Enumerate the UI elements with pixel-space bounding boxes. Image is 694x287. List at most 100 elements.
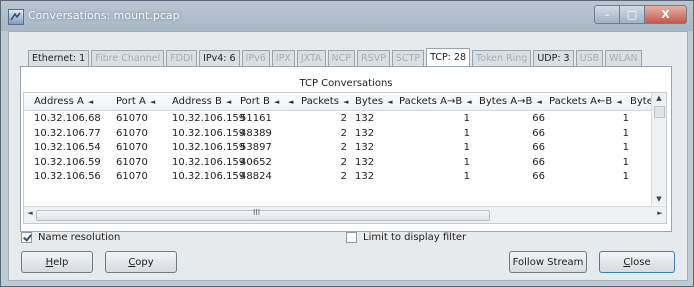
table-row[interactable]: 10.32.106.56 61070 10.32.106.159 48824 2 132 1… (24, 170, 650, 183)
tab-rsvp[interactable]: RSVP (357, 50, 390, 66)
tab-ethernet-1[interactable]: Ethernet: 1 (28, 50, 90, 66)
table-row[interactable]: 10.32.106.59 61070 10.32.106.159 40652 2 132 1… (24, 156, 650, 169)
table-cell: 10.32.106.54 (34, 142, 101, 153)
checkbox-unchecked-icon[interactable] (346, 232, 357, 243)
title-bar[interactable]: Conversations: mount.pcap – □ X (1, 1, 693, 31)
table-cell: 2 (340, 142, 347, 153)
table-cell: 66 (532, 156, 545, 168)
maximize-button[interactable]: □ (620, 5, 645, 24)
table-cell: 66 (532, 142, 545, 153)
column-header[interactable]: Packets ◄ (301, 96, 348, 107)
table-cell: 48824 (240, 171, 272, 182)
dialog-client-area: Ethernet: 1 Fibre Channel FDDI IPv4: 6 IPv6 I… (8, 31, 688, 281)
tab-usb[interactable]: USB (575, 50, 604, 66)
sort-arrow-icon: ◄ (87, 98, 94, 106)
follow-stream-button[interactable]: Follow Stream (509, 251, 587, 273)
caption-buttons: – □ X (594, 5, 687, 24)
table-cell: 132 (355, 113, 375, 124)
table-cell: 2 (340, 113, 347, 124)
column-header[interactable]: Bytes ◄ (355, 96, 392, 107)
sort-arrow-icon: ◄ (342, 98, 349, 106)
column-header[interactable]: Address B ◄ (172, 96, 231, 107)
table-cell: 61070 (116, 171, 148, 182)
sort-arrow-icon: ◄ (387, 98, 393, 106)
checkbox-checked-icon[interactable] (21, 232, 32, 243)
column-header[interactable]: Bytes A→B ◄ (479, 96, 542, 107)
table-cell: 1 (463, 113, 470, 124)
tcp-conversations-panel: TCP Conversations Address A ◄ Port A ◄ Addre… (20, 66, 672, 232)
table-cell: 48389 (240, 127, 272, 139)
copy-button[interactable]: Copy (105, 251, 177, 273)
table-cell: 40652 (240, 156, 272, 168)
sort-arrow-icon: ◄ (273, 98, 280, 106)
vertical-scroll-thumb[interactable] (654, 106, 665, 118)
table-cell: 2 (340, 127, 347, 139)
name-resolution-checkbox[interactable]: Name resolution (21, 232, 120, 243)
table-cell: 53897 (240, 142, 272, 153)
sort-arrow-icon: ◄ (288, 98, 294, 106)
table-cell: 132 (355, 127, 375, 139)
table-cell: 1 (622, 142, 629, 153)
table-cell: 2 (340, 171, 347, 182)
tab-tcp-28[interactable]: TCP: 28 (426, 48, 470, 66)
name-resolution-label: Name resolution (38, 232, 121, 243)
table-cell: 10.32.106.159 (172, 127, 246, 139)
minimize-button[interactable]: – (594, 5, 620, 24)
help-button[interactable]: Help (21, 251, 93, 273)
table-cell: 61070 (116, 142, 148, 153)
window-title: Conversations: mount.pcap (28, 9, 180, 22)
tab-jxta[interactable]: JXTA (296, 50, 326, 66)
tab-ncp[interactable]: NCP (327, 50, 356, 66)
wireshark-app-icon (8, 9, 24, 25)
table-cell: 1 (622, 127, 629, 139)
table-cell: 61070 (116, 113, 148, 124)
tab-wlan[interactable]: WLAN (605, 50, 642, 66)
column-header[interactable]: Port A ◄ (116, 96, 155, 107)
conversations-window: Conversations: mount.pcap – □ X Ethernet… (0, 0, 694, 287)
close-window-button[interactable]: X (645, 5, 687, 24)
table-cell: 1 (463, 171, 470, 182)
table-row[interactable]: 10.32.106.68 61070 10.32.106.159 51161 2 132 1… (24, 112, 650, 125)
scroll-up-arrow-icon[interactable]: ▲ (652, 93, 666, 104)
sort-arrow-icon: ◄ (536, 98, 542, 106)
tab-ipv4-6[interactable]: IPv4: 6 (199, 50, 240, 66)
table-cell: 1 (622, 113, 629, 124)
table-cell: 1 (463, 156, 470, 168)
table-cell: 1 (463, 142, 470, 153)
horizontal-scroll-thumb[interactable]: III (36, 208, 490, 221)
scroll-right-arrow-icon[interactable]: ► (655, 209, 665, 217)
table-cell: 66 (532, 171, 545, 182)
table-cell: 10.32.106.59 (34, 156, 101, 168)
tab-token-ring[interactable]: Token Ring (472, 50, 532, 66)
tab-fddi[interactable]: FDDI (166, 50, 198, 66)
scroll-left-arrow-icon[interactable]: ◄ (25, 209, 35, 217)
limit-display-filter-label: Limit to display filter (363, 232, 467, 243)
column-header[interactable]: Packets A→B ◄ (399, 96, 472, 107)
tab-sctp[interactable]: SCTP (391, 50, 425, 66)
table-row[interactable]: 10.32.106.54 61070 10.32.106.159 53897 2 132 1… (24, 141, 650, 154)
table-cell: 10.32.106.159 (172, 156, 246, 168)
tab-ipv6[interactable]: IPv6 (241, 50, 270, 66)
table-cell: 51161 (240, 113, 272, 124)
table-row[interactable]: 10.32.106.77 61070 10.32.106.159 48389 2 132 1… (24, 127, 650, 140)
tab-ipx[interactable]: IPX (271, 50, 295, 66)
table-cell: 10.32.106.159 (172, 142, 246, 153)
close-button[interactable]: Close (599, 251, 675, 273)
sort-arrow-icon: ◄ (616, 98, 622, 106)
tab-fibre-channel[interactable]: Fibre Channel (91, 50, 165, 66)
tab-udp-3[interactable]: UDP: 3 (533, 50, 574, 66)
table-cell: 61070 (116, 127, 148, 139)
column-header[interactable]: Port B ◄ (240, 96, 279, 107)
table-cell: 2 (340, 156, 347, 168)
scroll-down-arrow-icon[interactable]: ▼ (652, 194, 666, 205)
column-header[interactable]: Packets A←B ◄ (549, 96, 622, 107)
table-cell: 10.32.106.159 (172, 171, 246, 182)
sort-arrow-icon: ◄ (225, 98, 232, 106)
table-cell: 132 (355, 156, 375, 168)
column-header[interactable]: Address A ◄ (34, 96, 93, 107)
limit-display-filter-checkbox[interactable]: Limit to display filter (346, 232, 466, 243)
table-cell: 132 (355, 142, 375, 153)
vertical-scrollbar[interactable]: ▲ ▼ (651, 93, 666, 205)
horizontal-scrollbar[interactable]: ◄ III ► (24, 206, 666, 223)
scroll-grip: III (253, 208, 261, 217)
